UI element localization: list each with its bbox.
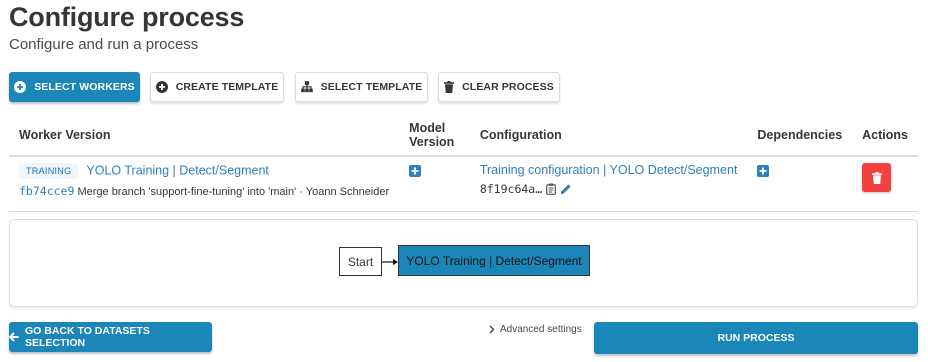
configuration-link[interactable]: Training configuration | YOLO Detect/Seg…: [480, 163, 738, 177]
run-process-label: RUN PROCESS: [717, 332, 795, 344]
select-template-label: SELECT TEMPLATE: [320, 81, 423, 93]
worker-type-tag: TRAINING: [19, 163, 79, 179]
go-back-button[interactable]: GO BACK TO DATASETS SELECTION: [9, 322, 212, 352]
plus-circle-icon: [14, 81, 27, 93]
create-template-label: CREATE TEMPLATE: [175, 81, 279, 93]
graph-start-label: Start: [347, 254, 374, 269]
header-dependencies: Dependencies: [747, 115, 853, 157]
page-subtitle: Configure and run a process: [9, 36, 199, 53]
worker-version-cell: TRAINING YOLO Training | Detect/Segment f…: [9, 156, 400, 212]
arrow-left-icon: [9, 332, 19, 342]
add-model-version-button[interactable]: [409, 165, 422, 177]
chevron-right-icon: [489, 325, 495, 334]
workers-table: Worker Version Model Version Configurati…: [9, 115, 918, 212]
graph-worker-label: YOLO Training | Detect/Segment: [406, 253, 582, 268]
edit-pencil-icon[interactable]: [560, 183, 572, 195]
create-template-button[interactable]: CREATE TEMPLATE: [150, 72, 284, 102]
graph-worker-node[interactable]: YOLO Training | Detect/Segment: [398, 245, 590, 276]
add-dependency-button[interactable]: [757, 165, 770, 177]
table-row: TRAINING YOLO Training | Detect/Segment f…: [9, 156, 918, 212]
process-graph: Start YOLO Training | Detect/Segment: [9, 219, 918, 307]
revision-message: Merge branch 'support-fine-tuning' into …: [77, 186, 390, 198]
select-workers-label: SELECT WORKERS: [34, 81, 135, 93]
graph-start-node: Start: [339, 247, 382, 276]
dependencies-cell: [747, 156, 853, 212]
plus-icon: [759, 167, 767, 175]
advanced-settings-toggle[interactable]: Advanced settings: [489, 324, 582, 335]
actions-cell: [852, 156, 918, 212]
table-header-row: Worker Version Model Version Configurati…: [9, 115, 918, 157]
configuration-id: 8f19c64a…: [479, 182, 543, 196]
configuration-cell: Training configuration | YOLO Detect/Seg…: [469, 156, 748, 212]
advanced-settings-label: Advanced settings: [500, 324, 582, 335]
select-template-button[interactable]: SELECT TEMPLATE: [295, 72, 428, 102]
plus-icon: [411, 167, 419, 175]
copy-icon[interactable]: [546, 183, 557, 195]
clear-process-button[interactable]: CLEAR PROCESS: [438, 72, 560, 102]
delete-worker-button[interactable]: [862, 163, 892, 192]
graph-edge-arrow: [382, 259, 398, 265]
header-model-version: Model Version: [399, 115, 470, 157]
trash-icon: [871, 171, 882, 184]
header-configuration: Configuration: [469, 115, 748, 157]
header-actions: Actions: [852, 115, 918, 157]
select-workers-button[interactable]: SELECT WORKERS: [9, 72, 140, 102]
header-worker-version: Worker Version: [9, 115, 400, 157]
plus-circle-icon: [155, 81, 168, 93]
worker-name-link[interactable]: YOLO Training | Detect/Segment: [86, 163, 269, 177]
trash-icon: [444, 81, 455, 93]
revision-hash-link[interactable]: fb74cce9: [19, 184, 74, 198]
go-back-label: GO BACK TO DATASETS SELECTION: [25, 325, 150, 349]
run-process-button[interactable]: RUN PROCESS: [594, 322, 918, 354]
clear-process-label: CLEAR PROCESS: [462, 81, 554, 93]
sitemap-icon: [300, 81, 313, 93]
model-version-cell: [399, 156, 470, 212]
page-title: Configure process: [9, 2, 245, 32]
